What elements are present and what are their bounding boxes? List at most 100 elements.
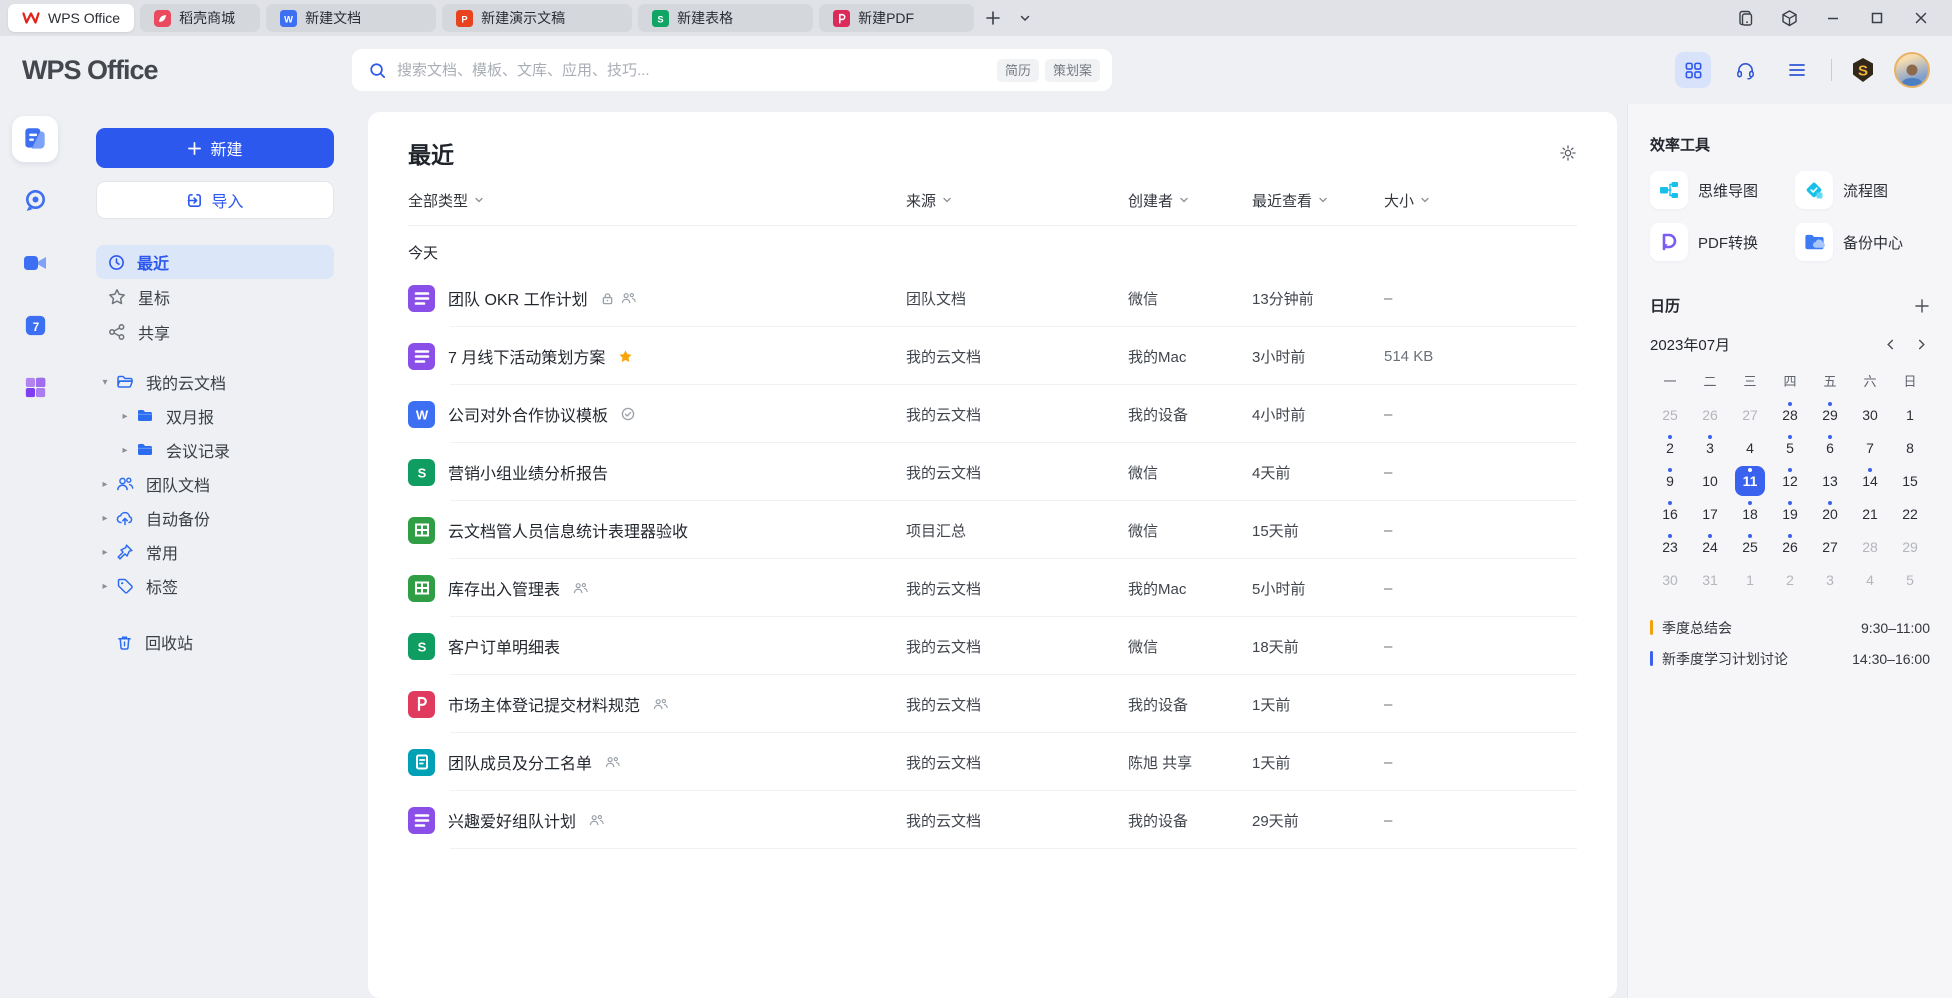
calendar-prev-icon[interactable] [1884, 338, 1897, 351]
calendar-day-21[interactable]: 21 [1850, 498, 1890, 530]
calendar-day-7[interactable]: 7 [1850, 432, 1890, 464]
calendar-day-25[interactable]: 25 [1730, 531, 1770, 563]
search-input[interactable] [397, 62, 981, 79]
calendar-day-1[interactable]: 1 [1890, 399, 1930, 431]
sidebar-item-最近[interactable]: 最近 [96, 245, 334, 279]
calendar-next-icon[interactable] [1915, 338, 1928, 351]
file-row[interactable]: 团队 OKR 工作计划团队文档微信13分钟前– [408, 269, 1577, 327]
filter-创建者[interactable]: 创建者 [1128, 190, 1189, 211]
caret-right-icon[interactable]: ▸ [96, 479, 114, 490]
calendar-day-17[interactable]: 17 [1690, 498, 1730, 530]
file-row[interactable]: 兴趣爱好组队计划我的云文档我的设备29天前– [408, 791, 1577, 849]
sidebar-item-星标[interactable]: 星标 [96, 280, 334, 314]
calendar-event[interactable]: 新季度学习计划讨论14:30–16:00 [1650, 643, 1930, 674]
calendar-day-5[interactable]: 5 [1770, 432, 1810, 464]
caret-right-icon[interactable]: ▸ [96, 513, 114, 524]
sidebar-item-我的云文档[interactable]: ▾我的云文档 [96, 365, 334, 399]
tool-流程图[interactable]: 流程图 [1795, 171, 1930, 209]
filter-全部类型[interactable]: 全部类型 [408, 190, 484, 211]
calendar-day-2[interactable]: 2 [1770, 564, 1810, 596]
calendar-day-25[interactable]: 25 [1650, 399, 1690, 431]
tab-list-dropdown[interactable] [1012, 5, 1038, 31]
calendar-day-30[interactable]: 30 [1850, 399, 1890, 431]
tool-PDF转换[interactable]: PDF转换 [1650, 223, 1785, 261]
calendar-day-14[interactable]: 14 [1850, 465, 1890, 497]
calendar-day-6[interactable]: 6 [1810, 432, 1850, 464]
tab-6[interactable]: 新建PDF [819, 4, 974, 32]
calendar-day-28[interactable]: 28 [1770, 399, 1810, 431]
rail-item-apps[interactable] [12, 364, 58, 410]
calendar-day-3[interactable]: 3 [1690, 432, 1730, 464]
workspace-cube-icon[interactable] [1772, 4, 1806, 32]
rail-item-documents[interactable] [12, 116, 58, 162]
filter-大小[interactable]: 大小 [1384, 190, 1430, 211]
file-row[interactable]: W公司对外合作协议模板我的云文档我的设备4小时前– [408, 385, 1577, 443]
new-document-button[interactable]: 新建 [96, 128, 334, 168]
maximize-button[interactable] [1860, 4, 1894, 32]
calendar-day-18[interactable]: 18 [1730, 498, 1770, 530]
list-settings-gear-icon[interactable] [1559, 144, 1577, 162]
sidebar-item-常用[interactable]: ▸常用 [96, 535, 334, 569]
search-tag[interactable]: 策划案 [1045, 59, 1100, 82]
calendar-day-8[interactable]: 8 [1890, 432, 1930, 464]
calendar-event[interactable]: 季度总结会9:30–11:00 [1650, 612, 1930, 643]
close-button[interactable] [1904, 4, 1938, 32]
calendar-day-12[interactable]: 12 [1770, 465, 1810, 497]
search-bar[interactable]: 简历策划案 [352, 49, 1112, 91]
sidebar-item-会议记录[interactable]: ▸会议记录 [96, 433, 334, 467]
file-row[interactable]: 市场主体登记提交材料规范我的云文档我的设备1天前– [408, 675, 1577, 733]
calendar-day-27[interactable]: 27 [1730, 399, 1770, 431]
minimize-button[interactable] [1816, 4, 1850, 32]
calendar-day-29[interactable]: 29 [1890, 531, 1930, 563]
calendar-day-15[interactable]: 15 [1890, 465, 1930, 497]
user-avatar[interactable] [1894, 52, 1930, 88]
file-row[interactable]: S营销小组业绩分析报告我的云文档微信4天前– [408, 443, 1577, 501]
calendar-day-27[interactable]: 27 [1810, 531, 1850, 563]
file-row[interactable]: 库存出入管理表我的云文档我的Mac5小时前– [408, 559, 1577, 617]
tab-2[interactable]: 稻壳商城 [140, 4, 260, 32]
calendar-day-23[interactable]: 23 [1650, 531, 1690, 563]
search-tag[interactable]: 简历 [997, 59, 1039, 82]
tab-4[interactable]: P新建演示文稿 [442, 4, 632, 32]
support-headset-icon[interactable] [1727, 52, 1763, 88]
file-row[interactable]: 云文档管人员信息统计表理器验收项目汇总微信15天前– [408, 501, 1577, 559]
new-tab-button[interactable] [980, 5, 1006, 31]
calendar-day-1[interactable]: 1 [1730, 564, 1770, 596]
calendar-day-24[interactable]: 24 [1690, 531, 1730, 563]
caret-right-icon[interactable]: ▸ [116, 411, 134, 422]
calendar-day-5[interactable]: 5 [1890, 564, 1930, 596]
calendar-day-30[interactable]: 30 [1650, 564, 1690, 596]
calendar-day-2[interactable]: 2 [1650, 432, 1690, 464]
caret-right-icon[interactable]: ▸ [116, 445, 134, 456]
filter-最近查看[interactable]: 最近查看 [1252, 190, 1328, 211]
import-button[interactable]: 导入 [96, 181, 334, 219]
sidebar-item-自动备份[interactable]: ▸自动备份 [96, 501, 334, 535]
caret-down-icon[interactable]: ▾ [96, 377, 114, 388]
calendar-day-3[interactable]: 3 [1810, 564, 1850, 596]
sidebar-item-标签[interactable]: ▸标签 [96, 569, 334, 603]
tool-思维导图[interactable]: 思维导图 [1650, 171, 1785, 209]
caret-right-icon[interactable]: ▸ [96, 581, 114, 592]
apps-grid-icon[interactable] [1675, 52, 1711, 88]
calendar-day-26[interactable]: 26 [1690, 399, 1730, 431]
tab-1[interactable]: WPS Office [8, 4, 134, 32]
calendar-day-16[interactable]: 16 [1650, 498, 1690, 530]
calendar-day-13[interactable]: 13 [1810, 465, 1850, 497]
calendar-day-10[interactable]: 10 [1690, 465, 1730, 497]
rail-item-calendar[interactable]: 7 [12, 302, 58, 348]
sidebar-item-双月报[interactable]: ▸双月报 [96, 399, 334, 433]
tab-3[interactable]: W新建文档 [266, 4, 436, 32]
file-row[interactable]: S客户订单明细表我的云文档微信18天前– [408, 617, 1577, 675]
tool-备份中心[interactable]: 备份中心 [1795, 223, 1930, 261]
caret-right-icon[interactable]: ▸ [96, 547, 114, 558]
filter-来源[interactable]: 来源 [906, 190, 952, 211]
global-menu-icon[interactable] [1779, 52, 1815, 88]
tab-5[interactable]: S新建表格 [638, 4, 813, 32]
calendar-day-28[interactable]: 28 [1850, 531, 1890, 563]
calendar-day-19[interactable]: 19 [1770, 498, 1810, 530]
svip-badge-icon[interactable]: S [1848, 55, 1878, 85]
calendar-day-22[interactable]: 22 [1890, 498, 1930, 530]
calendar-day-31[interactable]: 31 [1690, 564, 1730, 596]
file-row[interactable]: 团队成员及分工名单我的云文档陈旭 共享1天前– [408, 733, 1577, 791]
file-row[interactable]: 7 月线下活动策划方案我的云文档我的Mac3小时前514 KB [408, 327, 1577, 385]
